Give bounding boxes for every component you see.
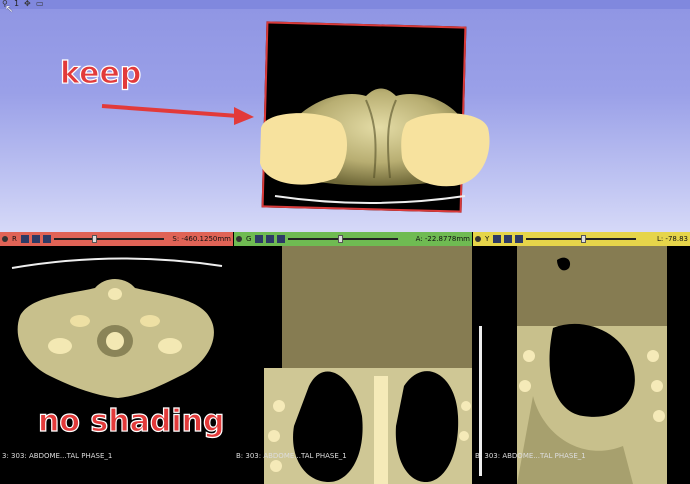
yellow-slice-slider[interactable] [526, 235, 637, 243]
green-slice-view[interactable]: G A: -22.8778mm B: 303: ABDOME...TAL PHA… [234, 232, 472, 484]
visibility-icon[interactable] [266, 235, 275, 243]
yellow-slice-offset: L: -78.83 [656, 235, 688, 243]
yellow-orientation-label: Y [485, 235, 490, 243]
green-view-volume-label: B: 303: ABDOME...TAL PHASE_1 [236, 452, 347, 460]
layout-icon[interactable] [42, 235, 51, 243]
yellow-slice-view[interactable]: Y L: -78.83 B: 303: ABDOME...TAL PHASE_1 [473, 232, 690, 484]
red-slider-thumb[interactable] [92, 235, 98, 243]
annotation-no-shading: no shading [37, 403, 225, 439]
link-icon[interactable] [255, 235, 264, 243]
green-orientation-label: G [246, 235, 252, 243]
layout-icon[interactable] [515, 235, 524, 243]
green-slice-slider[interactable] [288, 235, 399, 243]
coronal-ct-image [264, 246, 472, 484]
3d-table-arc [274, 195, 466, 204]
yellow-slider-thumb[interactable] [581, 235, 587, 243]
pin-icon[interactable] [2, 236, 8, 242]
red-slice-controller[interactable]: R S: -460.1250mm [0, 232, 233, 246]
view-options-icon[interactable]: ▭ [36, 0, 44, 8]
axial-ct-image [11, 257, 223, 398]
red-orientation-label: R [12, 235, 17, 243]
pin-icon[interactable] [236, 236, 242, 242]
visibility-icon[interactable] [31, 235, 40, 243]
3d-view-controller-bar[interactable]: ⚲ 1 ✥ ▭ [0, 0, 690, 9]
red-slice-slider[interactable] [53, 235, 164, 243]
red-slice-offset: S: -460.1250mm [172, 235, 231, 243]
yellow-slice-controller[interactable]: Y L: -78.83 [473, 232, 690, 246]
green-slider-thumb[interactable] [337, 235, 343, 243]
green-slice-controller[interactable]: G A: -22.8778mm [234, 232, 472, 246]
link-icon[interactable] [493, 235, 502, 243]
visibility-icon[interactable] [504, 235, 513, 243]
center-view-icon[interactable]: ✥ [24, 0, 32, 8]
mouse-cursor-icon: ↖ [5, 4, 14, 15]
layout-icon[interactable] [277, 235, 286, 243]
annotation-arrow [101, 104, 254, 125]
slicer-window: ⚲ 1 ✥ ▭ ↖ keep R S: -460.1250mm no shadi… [0, 0, 690, 484]
annotation-keep: keep [59, 55, 142, 91]
3d-view[interactable]: ⚲ 1 ✥ ▭ ↖ keep [0, 0, 690, 232]
green-slice-offset: A: -22.8778mm [415, 235, 470, 243]
sagittal-ct-image [479, 246, 667, 484]
rendered-volume-model [260, 88, 490, 187]
pin-icon[interactable] [475, 236, 481, 242]
yellow-view-volume-label: B: 303: ABDOME...TAL PHASE_1 [475, 452, 586, 460]
link-icon[interactable] [20, 235, 29, 243]
red-view-volume-label: 3: 303: ABDOME...TAL PHASE_1 [2, 452, 113, 460]
3d-view-number: 1 [14, 0, 20, 8]
red-slice-view[interactable]: R S: -460.1250mm no shading 3: 303: ABDO… [0, 232, 233, 484]
